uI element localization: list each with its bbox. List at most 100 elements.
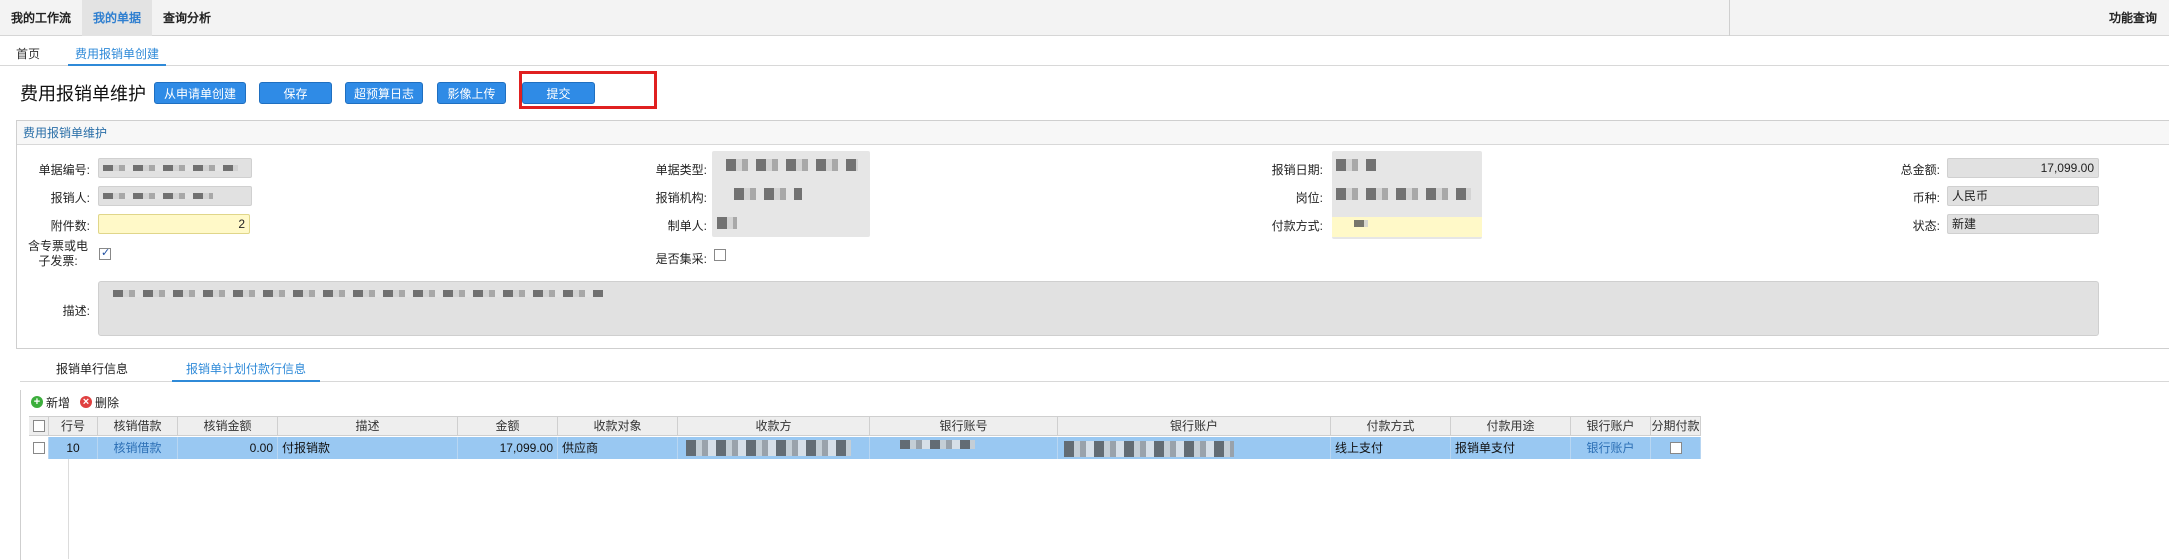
- delete-row-button[interactable]: × 删除: [80, 394, 119, 411]
- top-menu-bar: 我的工作流 我的单据 查询分析 功能查询: [0, 0, 2169, 36]
- menu-query-analysis[interactable]: 查询分析: [152, 0, 222, 36]
- creator-label: 制单人:: [667, 219, 707, 233]
- image-upload-button[interactable]: 影像上传: [437, 82, 506, 104]
- cell-description: 付报销款: [278, 437, 458, 459]
- page-title: 费用报销单维护: [20, 84, 146, 104]
- pay-method-label: 付款方式:: [1271, 219, 1323, 233]
- doc-type-label: 单据类型:: [655, 163, 707, 177]
- col-bank-account-name: 银行账户: [1058, 417, 1331, 435]
- attachments-label: 附件数:: [50, 219, 90, 233]
- col-payee-type: 收款对象: [558, 417, 678, 435]
- menu-my-documents[interactable]: 我的单据: [82, 0, 153, 36]
- menu-group: 我的工作流 我的单据 查询分析: [0, 0, 1730, 36]
- cell-bank-account-no: [870, 437, 1058, 459]
- over-budget-log-button[interactable]: 超预算日志: [345, 82, 423, 104]
- highlight-box: [519, 71, 657, 109]
- grid-header: 行号 核销借款 核销金额 描述 金额 收款对象 收款方 银行账号 银行账户 付款…: [29, 416, 1701, 436]
- special-invoice-label: 含专票或电子发票:: [0, 239, 90, 269]
- installment-checkbox[interactable]: [1670, 442, 1682, 454]
- currency-label: 币种:: [1912, 191, 1940, 205]
- cell-writeoff-amount: 0.00: [178, 437, 278, 459]
- reimburser-field: [98, 186, 252, 206]
- cell-amount: 17,099.00: [458, 437, 558, 459]
- redacted-mask: [900, 440, 975, 449]
- select-all-checkbox[interactable]: [33, 420, 45, 432]
- col-amount: 金额: [458, 417, 558, 435]
- redacted-mask: [726, 159, 858, 171]
- cell-bank-account-link[interactable]: 银行账户: [1571, 437, 1651, 459]
- col-description: 描述: [278, 417, 458, 435]
- redacted-mask: [1354, 220, 1368, 227]
- delete-label: 删除: [95, 395, 120, 410]
- col-bank-account: 银行账户: [1571, 417, 1651, 435]
- date-position-paymethod-fields: [1332, 151, 1482, 239]
- add-label: 新增: [46, 395, 71, 410]
- cell-payee-type: 供应商: [558, 437, 678, 459]
- redacted-mask: [734, 188, 802, 200]
- redacted-mask: [686, 440, 851, 456]
- delete-icon: ×: [80, 396, 93, 408]
- special-invoice-text: 含专票或电子发票:: [27, 239, 88, 268]
- col-installment: 分期付款: [1651, 417, 1701, 435]
- total-label: 总金额:: [1900, 163, 1940, 177]
- tab-expense-create[interactable]: 费用报销单创建: [68, 44, 167, 66]
- status-field: 新建: [1947, 214, 2099, 234]
- redacted-mask: [103, 193, 213, 199]
- page-tabs: 首页 费用报销单创建: [0, 44, 2169, 66]
- panel-title: 费用报销单维护: [17, 121, 2169, 145]
- tab-line-info[interactable]: 报销单行信息: [56, 358, 128, 382]
- col-line-no: 行号: [49, 417, 98, 435]
- status-label: 状态:: [1912, 219, 1940, 233]
- payment-grid: + 新增 × 删除 行号 核销借款 核销金额 描述 金额 收款对象 收款方 银行账号…: [20, 390, 2169, 560]
- reimburser-label: 报销人:: [50, 191, 90, 205]
- special-invoice-checkbox[interactable]: [99, 246, 111, 260]
- description-label: 描述:: [62, 304, 90, 318]
- redacted-mask: [1336, 159, 1376, 171]
- col-pay-method: 付款方式: [1331, 417, 1451, 435]
- table-row[interactable]: 10 核销借款 0.00 付报销款 17,099.00 供应商 线上支付 报销单…: [29, 437, 1701, 459]
- header-select-all[interactable]: [29, 417, 49, 435]
- grid-toolbar: + 新增 × 删除: [31, 392, 119, 412]
- col-payee: 收款方: [678, 417, 870, 435]
- cell-pay-purpose: 报销单支付: [1451, 437, 1571, 459]
- col-writeoff-amount: 核销金额: [178, 417, 278, 435]
- tab-plan-payment[interactable]: 报销单计划付款行信息: [172, 358, 321, 382]
- org-label: 报销机构:: [655, 191, 707, 205]
- row-select-cell[interactable]: [29, 437, 49, 459]
- save-button[interactable]: 保存: [259, 82, 332, 104]
- doc-no-label: 单据编号:: [38, 163, 90, 177]
- redacted-mask: [103, 165, 238, 171]
- col-writeoff-loan: 核销借款: [98, 417, 178, 435]
- doc-type-org-creator-fields: [712, 151, 870, 237]
- currency-field[interactable]: 人民币: [1947, 186, 2099, 206]
- cell-bank-account-name: [1058, 437, 1331, 459]
- redacted-mask: [113, 290, 603, 297]
- menu-my-workflow[interactable]: 我的工作流: [0, 0, 82, 36]
- redacted-mask: [1064, 441, 1234, 457]
- detail-tabs: 报销单行信息 报销单计划付款行信息: [20, 358, 2169, 382]
- doc-no-field: [98, 158, 252, 178]
- add-row-button[interactable]: + 新增: [31, 394, 70, 411]
- create-from-request-button[interactable]: 从申请单创建: [154, 82, 246, 104]
- date-label: 报销日期:: [1271, 163, 1323, 177]
- centralized-label: 是否集采:: [655, 252, 707, 266]
- total-field: 17,099.00: [1947, 158, 2099, 178]
- row-checkbox[interactable]: [33, 442, 45, 454]
- redacted-mask: [717, 217, 737, 229]
- centralized-checkbox[interactable]: [714, 249, 726, 261]
- cell-pay-method: 线上支付: [1331, 437, 1451, 459]
- position-label: 岗位:: [1295, 191, 1323, 205]
- function-query-link[interactable]: 功能查询: [2109, 0, 2169, 36]
- tab-home[interactable]: 首页: [16, 44, 40, 66]
- col-bank-account-no: 银行账号: [870, 417, 1058, 435]
- attachments-field[interactable]: 2: [98, 214, 250, 234]
- pay-method-field[interactable]: [1332, 217, 1482, 237]
- redacted-mask: [1336, 188, 1471, 200]
- col-pay-purpose: 付款用途: [1451, 417, 1571, 435]
- cell-writeoff-loan[interactable]: 核销借款: [98, 437, 178, 459]
- cell-installment[interactable]: [1651, 437, 1701, 459]
- cell-payee: [678, 437, 870, 459]
- grid-divider: [68, 459, 69, 559]
- cell-line-no: 10: [49, 437, 98, 459]
- description-field[interactable]: [98, 281, 2099, 336]
